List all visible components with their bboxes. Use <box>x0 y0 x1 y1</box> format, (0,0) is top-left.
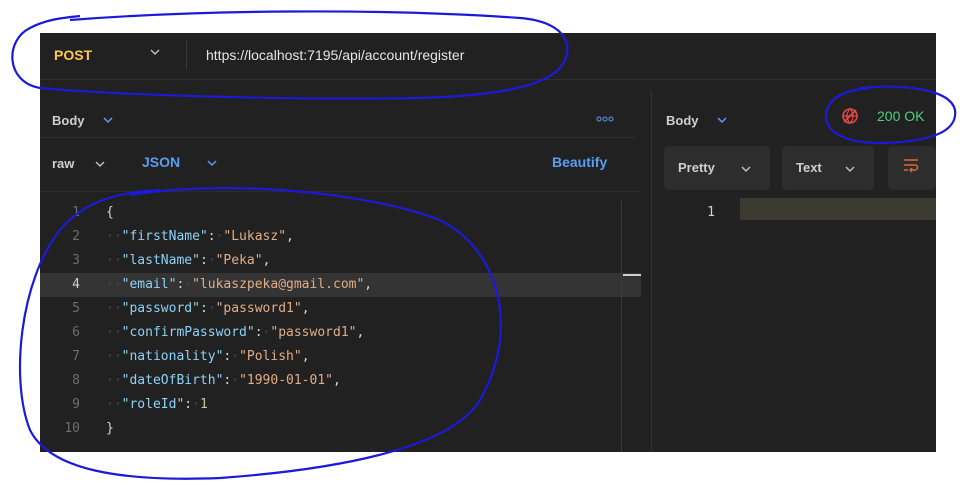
api-client-window: POST https://localhost:7195/api/account/… <box>40 33 936 452</box>
line-number: 7 <box>72 349 80 364</box>
code-line: 9 ··"roleId":·1 <box>40 393 641 417</box>
line-number: 6 <box>72 325 80 340</box>
response-line-number: 1 <box>707 205 715 220</box>
raw-select[interactable]: raw <box>52 156 74 171</box>
code-text: } <box>106 421 114 436</box>
json-value: "password1" <box>215 301 302 316</box>
code-line-active: 4 ··"email":·"lukaszpeka@gmail.com", <box>40 273 641 297</box>
format-select[interactable]: Text <box>782 146 874 190</box>
line-number: 8 <box>72 373 80 388</box>
json-value: "Peka" <box>215 253 263 268</box>
beautify-button[interactable]: Beautify <box>552 154 607 170</box>
code-line: 5 ··"password":·"password1", <box>40 297 641 321</box>
json-key: "lastName" <box>121 253 200 268</box>
url-input[interactable]: https://localhost:7195/api/account/regis… <box>206 47 464 63</box>
editor-divider <box>40 191 641 192</box>
code-line: 10 } <box>40 417 641 441</box>
json-key: "nationality" <box>121 349 224 364</box>
chevron-down-icon <box>741 166 751 173</box>
request-body-header <box>40 101 635 138</box>
json-key: "firstName" <box>121 229 208 244</box>
method-select[interactable]: POST <box>54 47 92 63</box>
code-line: 7 ··"nationality":·"Polish", <box>40 345 641 369</box>
line-number: 3 <box>72 253 80 268</box>
chevron-down-icon[interactable] <box>716 114 728 126</box>
status-error-icon[interactable] <box>841 107 859 125</box>
text-label: Text <box>796 160 822 175</box>
chevron-down-icon[interactable] <box>94 158 106 170</box>
json-value: "Lukasz" <box>223 229 287 244</box>
chevron-down-icon[interactable] <box>148 45 162 59</box>
status-badge[interactable]: 200 OK <box>877 108 924 124</box>
request-body-tab[interactable]: Body <box>52 113 85 128</box>
url-divider <box>186 40 187 70</box>
json-key: "dateOfBirth" <box>121 373 224 388</box>
line-number: 2 <box>72 229 80 244</box>
json-key: "confirmPassword" <box>121 325 255 340</box>
json-value: "lukaszpeka@gmail.com" <box>192 277 365 292</box>
json-value: "Polish" <box>239 349 302 364</box>
chevron-down-icon[interactable] <box>102 114 114 126</box>
request-body-editor[interactable]: 1 { 2 ··"firstName":·"Lukasz", 3 ··"last… <box>40 201 641 452</box>
code-line: 2 ··"firstName":·"Lukasz", <box>40 225 641 249</box>
json-value: "password1" <box>270 325 357 340</box>
code-line: 6 ··"confirmPassword":·"password1", <box>40 321 641 345</box>
code-line: 3 ··"lastName":·"Peka", <box>40 249 641 273</box>
json-key: "roleId" <box>121 397 185 412</box>
json-value: 1 <box>199 397 208 412</box>
line-number: 4 <box>72 277 80 292</box>
editor-scrollbar[interactable] <box>621 201 642 452</box>
pretty-select[interactable]: Pretty <box>664 146 770 190</box>
more-icon[interactable] <box>596 115 614 123</box>
code-text: { <box>106 205 114 220</box>
line-number: 10 <box>64 421 80 436</box>
json-select[interactable]: JSON <box>142 154 180 170</box>
json-value: "1990-01-01" <box>239 373 333 388</box>
chevron-down-icon[interactable] <box>206 157 218 169</box>
code-line: 1 { <box>40 201 641 225</box>
line-number: 5 <box>72 301 80 316</box>
code-line: 8 ··"dateOfBirth":·"1990-01-01", <box>40 369 641 393</box>
line-number: 1 <box>72 205 80 220</box>
json-key: "password" <box>121 301 200 316</box>
pretty-label: Pretty <box>678 160 715 175</box>
line-number: 9 <box>72 397 80 412</box>
pane-divider[interactable] <box>651 91 652 452</box>
json-key: "email" <box>121 277 177 292</box>
response-body-tab[interactable]: Body <box>666 113 699 128</box>
url-bar: POST https://localhost:7195/api/account/… <box>40 33 936 80</box>
wrap-lines-icon[interactable] <box>902 156 920 174</box>
chevron-down-icon <box>845 166 855 173</box>
response-active-line <box>740 198 936 220</box>
scroll-marker <box>623 274 641 276</box>
